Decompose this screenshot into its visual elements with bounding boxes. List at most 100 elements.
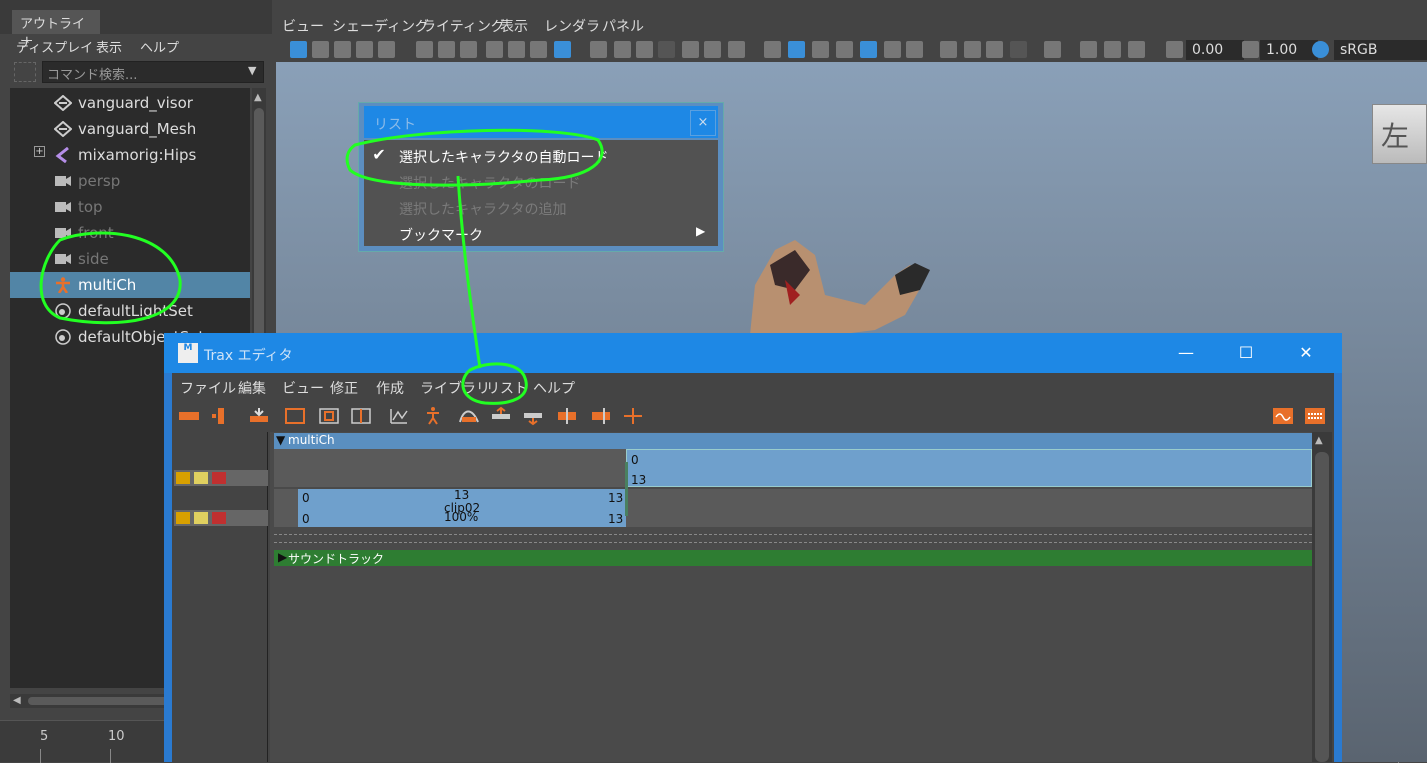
menu-item-add-selected-characters[interactable]: 選択したキャラクタの追加 <box>399 199 566 219</box>
2d-pan-icon[interactable] <box>378 41 395 58</box>
outliner-menu-show[interactable]: 表示 <box>96 37 122 56</box>
color-management-icon[interactable] <box>1312 41 1329 58</box>
scroll-up-icon[interactable]: ▲ <box>1315 435 1323 446</box>
track-up-icon[interactable] <box>490 406 512 426</box>
lock-icon[interactable] <box>176 472 190 484</box>
image-plane-icon[interactable] <box>356 41 373 58</box>
outliner-menu-help[interactable]: ヘルプ <box>140 37 179 56</box>
lock-icon[interactable] <box>176 512 190 524</box>
outliner-item-front[interactable]: front <box>10 220 250 246</box>
current-time-marker[interactable] <box>625 462 628 516</box>
exposure-field[interactable]: 0.00 <box>1186 40 1244 60</box>
motion-blur-icon[interactable] <box>964 41 981 58</box>
chevron-down-icon[interactable]: ▼ <box>248 64 256 77</box>
clip-clip02[interactable]: 0 0 13 clip02 100% 13 13 <box>298 488 626 527</box>
exposure-icon[interactable] <box>1166 41 1183 58</box>
pencil-icon[interactable] <box>554 41 571 58</box>
outliner-hscrollbar-thumb[interactable] <box>28 697 168 705</box>
film-gate-icon[interactable] <box>614 41 631 58</box>
wireframe-icon[interactable] <box>764 41 781 58</box>
viewport-menu-renderer[interactable]: レンダラ <box>544 16 600 36</box>
track-down-icon[interactable] <box>522 406 544 426</box>
default-material-icon[interactable] <box>812 41 829 58</box>
outliner-item-mixamorig-hips[interactable]: + mixamorig:Hips <box>10 142 250 168</box>
view-transform-select[interactable]: sRGB gamm <box>1334 40 1427 78</box>
wireframe-on-shaded-icon[interactable] <box>836 41 853 58</box>
outliner-item-vanguard-mesh[interactable]: vanguard_Mesh <box>10 116 250 142</box>
camera-lock-icon[interactable] <box>438 41 455 58</box>
character-add-icon[interactable] <box>424 406 446 426</box>
bookmark-icon[interactable] <box>334 41 351 58</box>
select-camera-icon[interactable] <box>290 41 307 58</box>
menu-item-auto-load-selected-characters[interactable]: 選択したキャラクタの自動ロード <box>399 147 608 167</box>
safe-title-icon[interactable] <box>728 41 745 58</box>
outliner-item-vanguard-visor[interactable]: vanguard_visor <box>10 90 250 116</box>
scroll-left-icon[interactable]: ◀ <box>13 695 21 706</box>
scroll-up-icon[interactable]: ▲ <box>254 92 262 103</box>
trax-menu-file[interactable]: ファイル <box>180 378 236 398</box>
frame-all-icon[interactable] <box>284 406 306 426</box>
gamma-field[interactable]: 1.00 <box>1260 40 1318 60</box>
textured-icon[interactable] <box>860 41 877 58</box>
camera-attr-icon[interactable] <box>312 41 329 58</box>
mute-icon[interactable] <box>212 472 226 484</box>
outliner-item-top[interactable]: top <box>10 194 250 220</box>
grid-icon[interactable] <box>590 41 607 58</box>
close-button[interactable]: × <box>690 110 716 136</box>
outliner-menu-display[interactable]: ディスプレイ <box>16 37 93 56</box>
minimize-button[interactable]: — <box>1160 340 1212 368</box>
trax-menu-create[interactable]: 作成 <box>376 378 404 398</box>
mute-icon[interactable] <box>212 512 226 524</box>
grease-pencil-icon[interactable] <box>508 41 525 58</box>
outliner-item-side[interactable]: side <box>10 246 250 272</box>
lights-icon[interactable] <box>884 41 901 58</box>
bookmark-flag-icon[interactable] <box>486 41 503 58</box>
character-model[interactable] <box>715 235 945 335</box>
view-cube[interactable]: 左 <box>1372 104 1427 164</box>
xray-components-icon[interactable] <box>1128 41 1145 58</box>
character-clip-range[interactable]: 0 13 <box>626 449 1312 487</box>
solo-icon[interactable] <box>194 472 208 484</box>
trax-menu-view[interactable]: ビュー <box>282 378 324 398</box>
shadows-icon[interactable] <box>906 41 923 58</box>
field-chart-icon[interactable] <box>682 41 699 58</box>
snap-icon[interactable] <box>530 41 547 58</box>
smooth-shade-icon[interactable] <box>788 41 805 58</box>
safe-action-icon[interactable] <box>704 41 721 58</box>
window-close-button[interactable]: ✕ <box>1280 340 1332 368</box>
curve-clip-icon[interactable] <box>458 406 480 426</box>
trax-menu-edit[interactable]: 編集 <box>238 378 266 398</box>
expand-icon[interactable]: + <box>34 146 45 157</box>
camera-move-icon[interactable] <box>460 41 477 58</box>
trax-menu-help[interactable]: ヘルプ <box>533 378 575 398</box>
character-row[interactable]: ▼ multiCh <box>274 433 1312 449</box>
viewport-menu-view[interactable]: ビュー <box>282 16 324 36</box>
gamma-icon[interactable] <box>1242 41 1259 58</box>
soundtrack-row[interactable]: ▶ サウンドトラック <box>274 550 1312 566</box>
outliner-search-input[interactable]: コマンド検索... <box>42 61 264 83</box>
ssao-icon[interactable] <box>940 41 957 58</box>
isolate-select-icon[interactable] <box>1044 41 1061 58</box>
maximize-button[interactable]: ☐ <box>1220 340 1272 368</box>
solo-icon[interactable] <box>194 512 208 524</box>
depth-of-field-icon[interactable] <box>1010 41 1027 58</box>
graph-editor-icon[interactable] <box>388 406 410 426</box>
anti-alias-icon[interactable] <box>986 41 1003 58</box>
menu-item-bookmarks[interactable]: ブックマーク <box>399 225 483 245</box>
time-marker-icon[interactable] <box>622 406 644 426</box>
frame-selection-icon[interactable] <box>318 406 340 426</box>
outliner-item-persp[interactable]: persp <box>10 168 250 194</box>
sound-icon[interactable] <box>1272 406 1294 426</box>
xray-icon[interactable] <box>1080 41 1097 58</box>
frame-playback-icon[interactable] <box>350 406 372 426</box>
split-left-icon[interactable] <box>556 406 578 426</box>
trax-menu-list[interactable]: リスト <box>486 378 528 398</box>
camera-icon[interactable] <box>416 41 433 58</box>
gate-mask-icon[interactable] <box>658 41 675 58</box>
collapse-icon[interactable]: ▼ <box>276 433 285 447</box>
load-clip-icon[interactable] <box>248 406 270 426</box>
viewport-menu-lighting[interactable]: ライティング <box>422 16 505 36</box>
trax-scrollbar-thumb[interactable] <box>1315 452 1329 762</box>
outliner-tab[interactable]: アウトライナ <box>12 10 100 51</box>
outliner-search-options-icon[interactable] <box>14 62 36 82</box>
